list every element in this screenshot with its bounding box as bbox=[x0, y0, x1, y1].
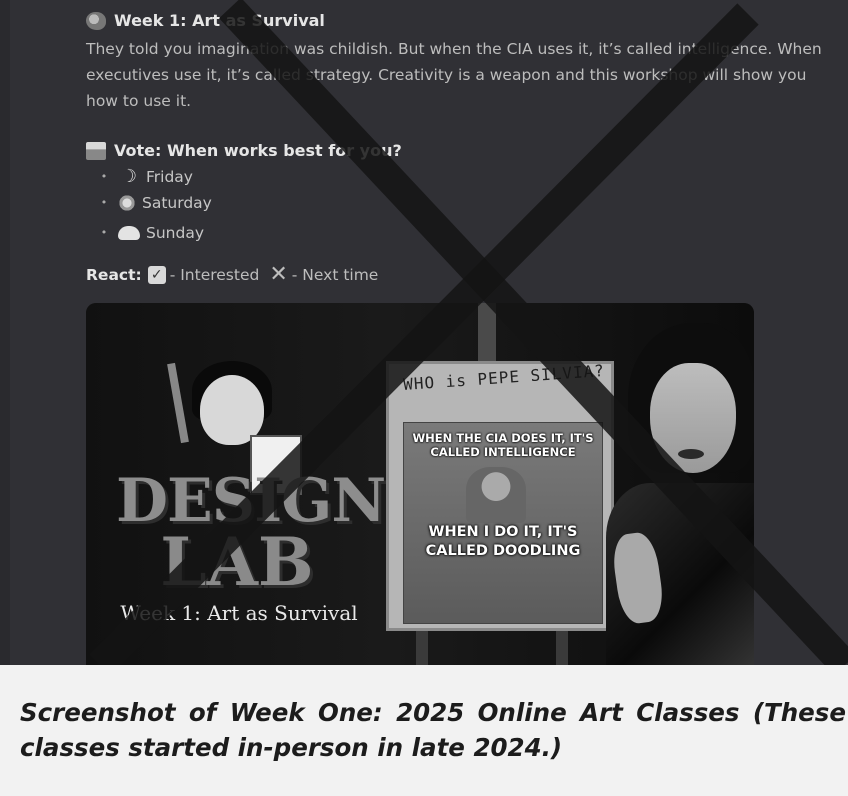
ballot-box-icon bbox=[86, 142, 106, 160]
meme-bottom-caption: WHEN I DO IT, IT'S CALLED DOODLING bbox=[425, 524, 581, 559]
vote-option-saturday: • Saturday bbox=[86, 190, 836, 216]
window-edge bbox=[0, 0, 10, 665]
post-intro: They told you imagination was childish. … bbox=[86, 40, 822, 110]
react-instructions: React: ✓ - Interested ✕ - Next time bbox=[86, 262, 836, 288]
post-title-row: Week 1: Art as Survival bbox=[86, 9, 836, 33]
react-yes-label: - Interested bbox=[169, 266, 260, 284]
vote-option-sunday: • Sunday bbox=[86, 220, 836, 246]
easel-canvas: WHO is PEPE SILVIA? WHEN THE CIA DOES IT… bbox=[386, 361, 614, 631]
react-no-label: - Next time bbox=[291, 266, 379, 284]
cloud-sun-icon bbox=[118, 223, 140, 243]
vote-option-label: Saturday bbox=[142, 194, 212, 212]
vote-option-friday: • ☽ Friday bbox=[86, 164, 836, 190]
vote-title: Vote: When works best for you? bbox=[114, 141, 402, 160]
vote-option-label: Friday bbox=[146, 168, 193, 186]
meme-person-figure bbox=[466, 467, 526, 523]
easel-mast bbox=[478, 303, 496, 363]
palette-icon bbox=[86, 12, 106, 30]
vote-option-label: Sunday bbox=[146, 224, 204, 242]
cross-mark-icon[interactable]: ✕ bbox=[269, 262, 287, 288]
crescent-moon-icon: ☽ bbox=[120, 166, 138, 187]
react-label: React: bbox=[86, 266, 142, 284]
handwritten-scribble: WHO is PEPE SILVIA? bbox=[402, 360, 606, 395]
sun-icon bbox=[118, 194, 136, 212]
logo-design-text: DESIGN bbox=[116, 466, 386, 536]
check-mark-icon[interactable]: ✓ bbox=[147, 266, 166, 284]
announcement-post: Week 1: Art as Survival They told you im… bbox=[86, 9, 836, 288]
woman-lips bbox=[678, 449, 704, 459]
bullet: • bbox=[100, 170, 108, 183]
caption-text: Screenshot of Week One: 2025 Online Art … bbox=[20, 698, 846, 762]
meme-top-caption: WHEN THE CIA DOES IT, IT'S CALLED INTELL… bbox=[412, 431, 594, 459]
meme-photo: WHEN THE CIA DOES IT, IT'S CALLED INTELL… bbox=[403, 422, 603, 624]
discord-screenshot: Week 1: Art as Survival They told you im… bbox=[0, 0, 848, 665]
vote-options: • ☽ Friday • Saturday • Sunday bbox=[86, 164, 836, 246]
caption-panel: Screenshot of Week One: 2025 Online Art … bbox=[0, 665, 848, 796]
post-title: Week 1: Art as Survival bbox=[114, 11, 325, 30]
bullet: • bbox=[100, 226, 108, 239]
promo-image-embed[interactable]: DESIGN LAB Week 1: Art as Survival WHO i… bbox=[86, 303, 754, 665]
woman-portrait bbox=[606, 323, 754, 665]
paintbrush-icon bbox=[167, 362, 189, 444]
logo-subtitle: Week 1: Art as Survival bbox=[120, 601, 358, 625]
logo-lab-text: LAB bbox=[160, 523, 314, 601]
bullet: • bbox=[100, 196, 108, 209]
vote-title-row: Vote: When works best for you? bbox=[86, 138, 836, 164]
